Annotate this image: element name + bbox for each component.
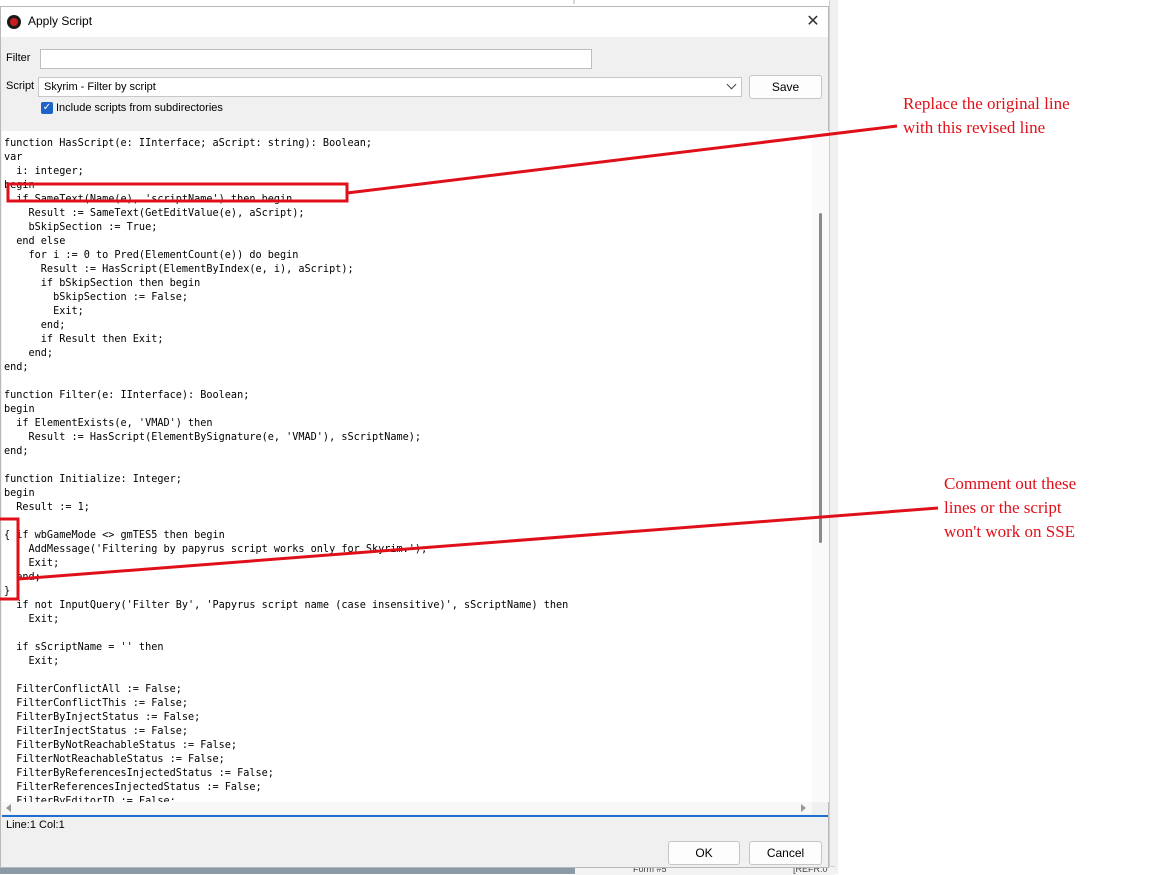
annotation-comment-out: Comment out these lines or the script wo… [944, 472, 1076, 544]
code-line: end; [4, 320, 66, 331]
editor-divider [2, 815, 828, 817]
vertical-scrollbar-thumb[interactable] [819, 213, 822, 543]
xedit-app-icon [7, 15, 21, 29]
filter-label: Filter [6, 52, 31, 64]
code-line: if sScriptName = '' then [4, 642, 164, 653]
annotation-replace-line: Replace the original line with this revi… [903, 92, 1070, 140]
code-line: FilterByEditorID := False; [4, 796, 176, 802]
code-line: begin [4, 488, 35, 499]
code-line: if SameText(Name(e), 'scriptName') then … [4, 194, 293, 205]
cursor-position-status: Line:1 Col:1 [6, 819, 65, 831]
code-line: var [4, 152, 23, 163]
code-line: begin [4, 180, 35, 191]
script-code-editor[interactable]: function HasScript(e: IInterface; aScrip… [2, 131, 812, 802]
ok-button[interactable]: OK [668, 841, 740, 865]
code-line: FilterConflictThis := False; [4, 698, 189, 709]
background-window-edge [573, 0, 575, 4]
code-text: function HasScript(e: IInterface; aScrip… [4, 137, 568, 802]
code-line: FilterReferencesInjectedStatus := False; [4, 782, 262, 793]
code-line: function Initialize: Integer; [4, 474, 182, 485]
code-line: for i := 0 to Pred(ElementCount(e)) do b… [4, 250, 299, 261]
code-line: FilterConflictAll := False; [4, 684, 182, 695]
code-line: } [4, 586, 11, 597]
code-line: FilterNotReachableStatus := False; [4, 754, 225, 765]
code-line: end; [4, 572, 41, 583]
code-line: function HasScript(e: IInterface; aScrip… [4, 138, 373, 149]
annotation-line: Replace the original line [903, 94, 1070, 113]
code-line: Exit; [4, 614, 60, 625]
vertical-scrollbar[interactable] [812, 131, 829, 802]
code-line: FilterByInjectStatus := False; [4, 712, 201, 723]
code-line: Result := SameText(GetEditValue(e), aScr… [4, 208, 305, 219]
code-line: AddMessage('Filtering by papyrus script … [4, 544, 428, 555]
title-bar: Apply Script ✕ [1, 7, 828, 37]
code-line: if ElementExists(e, 'VMAD') then [4, 418, 213, 429]
code-line: FilterByNotReachableStatus := False; [4, 740, 238, 751]
scroll-right-icon[interactable] [801, 804, 806, 812]
code-line: Exit; [4, 306, 84, 317]
scroll-left-icon[interactable] [6, 804, 11, 812]
code-line: i: integer; [4, 166, 84, 177]
background-window [829, 0, 838, 874]
code-line: Exit; [4, 656, 60, 667]
code-line: Result := HasScript(ElementBySignature(e… [4, 432, 422, 443]
dialog-title: Apply Script [28, 14, 93, 28]
script-dropdown[interactable]: Skyrim - Filter by script [38, 77, 742, 97]
annotation-line: lines or the script [944, 498, 1062, 517]
save-button[interactable]: Save [749, 75, 822, 99]
chevron-down-icon [726, 79, 737, 90]
code-line: Result := HasScript(ElementByIndex(e, i)… [4, 264, 354, 275]
cancel-button[interactable]: Cancel [749, 841, 822, 865]
filter-input[interactable] [40, 49, 592, 69]
code-line: if not InputQuery('Filter By', 'Papyrus … [4, 600, 569, 611]
apply-script-dialog: Apply Script ✕ Filter Script Skyrim - Fi… [0, 6, 829, 868]
annotation-line: Comment out these [944, 474, 1077, 493]
code-line: if Result then Exit; [4, 334, 164, 345]
code-line: FilterByReferencesInjectedStatus := Fals… [4, 768, 274, 779]
code-line: Result := 1; [4, 502, 90, 513]
script-dropdown-value: Skyrim - Filter by script [44, 81, 156, 93]
code-line: begin [4, 404, 35, 415]
code-line: end; [4, 348, 54, 359]
code-line: if bSkipSection then begin [4, 278, 201, 289]
code-line: bSkipSection := False; [4, 292, 189, 303]
horizontal-scrollbar[interactable] [2, 802, 812, 814]
close-button[interactable]: ✕ [798, 7, 828, 37]
annotation-line: won't work on SSE [944, 522, 1076, 541]
code-line: Exit; [4, 558, 60, 569]
code-line: bSkipSection := True; [4, 222, 158, 233]
script-label: Script [6, 80, 35, 92]
code-line: FilterInjectStatus := False; [4, 726, 189, 737]
code-line: end else [4, 236, 66, 247]
code-line: function Filter(e: IInterface): Boolean; [4, 390, 250, 401]
include-subdirs-label: Include scripts from subdirectories [56, 102, 223, 114]
code-line: end; [4, 446, 29, 457]
include-subdirs-checkbox[interactable]: ✓ [41, 102, 53, 114]
code-line: { if wbGameMode <> gmTES5 then begin [4, 530, 225, 541]
code-line: end; [4, 362, 29, 373]
annotation-line: with this revised line [903, 118, 1046, 137]
